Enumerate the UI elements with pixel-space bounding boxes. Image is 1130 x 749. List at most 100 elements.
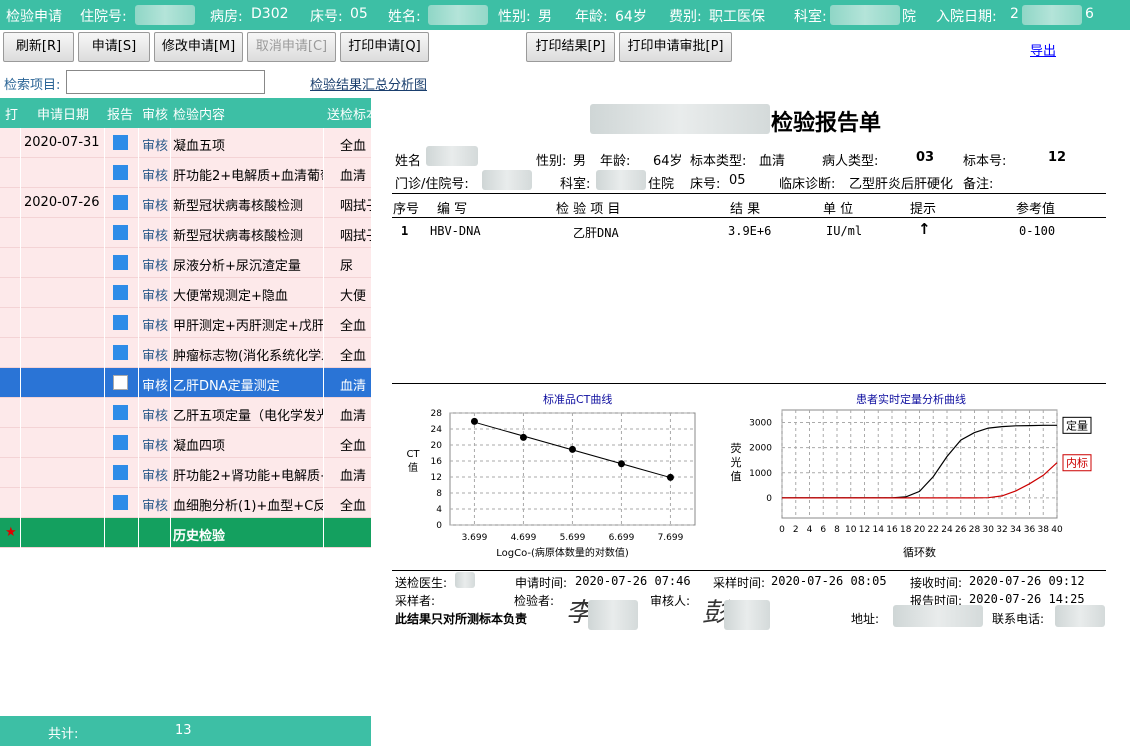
x-tick-label: 20 xyxy=(914,525,926,535)
header-content[interactable]: 检验内容 xyxy=(173,104,225,123)
report-checkbox[interactable] xyxy=(113,285,128,300)
table-row[interactable]: 2020-07-31 审核 凝血五项 全血 xyxy=(0,128,371,158)
audit-link[interactable]: 审核 xyxy=(142,285,168,304)
report-checkbox[interactable] xyxy=(113,255,128,270)
disclaimer: 此结果只对所测标本负责 xyxy=(395,612,528,626)
table-row[interactable]: 审核肿瘤标志物(消化系统化学发光 全血 xyxy=(0,338,371,368)
patient-name-redacted xyxy=(428,5,488,25)
export-link[interactable]: 导出 xyxy=(1030,40,1056,59)
x-tick-label: 40 xyxy=(1051,525,1063,535)
report-checkbox[interactable] xyxy=(113,195,128,210)
fee-value: 职工医保 xyxy=(709,9,765,25)
y-axis-label: 光 xyxy=(731,455,742,469)
col-code: 编 写 xyxy=(437,202,468,217)
header-print[interactable]: 打 xyxy=(5,104,18,123)
col-result: 结 果 xyxy=(730,202,761,217)
print-result-button[interactable]: 打印结果[P] xyxy=(526,32,615,62)
cell-divider xyxy=(20,338,21,368)
summary-analysis-link[interactable]: 检验结果汇总分析图 xyxy=(310,74,427,93)
report-specimen-no: 12 xyxy=(1048,150,1067,165)
audit-link[interactable]: 审核 xyxy=(142,195,168,214)
specimen: 全血 xyxy=(340,439,367,454)
cell-divider xyxy=(20,158,21,188)
audit-link[interactable]: 审核 xyxy=(142,135,168,154)
report-checkbox[interactable] xyxy=(113,165,128,180)
report-name-label: 姓名 xyxy=(395,154,422,169)
y-axis-label: 值 xyxy=(731,470,742,483)
report-checkbox[interactable] xyxy=(113,225,128,240)
audit-link[interactable]: 审核 xyxy=(142,225,168,244)
table-row[interactable]: 2020-07-26 审核 新型冠状病毒核酸检测 咽拭子 xyxy=(0,188,371,218)
report-checkbox[interactable] xyxy=(113,345,128,360)
result-value: 3.9E+6 xyxy=(728,224,772,238)
table-row[interactable]: 审核 血细胞分析(1)+血型+C反应 全血 xyxy=(0,488,371,518)
table-row[interactable]: 审核肝功能2+电解质+血清葡萄糖 血清 xyxy=(0,158,371,188)
table-row[interactable]: 审核 凝血四项 全血 xyxy=(0,428,371,458)
search-input[interactable] xyxy=(66,70,265,94)
specimen: 全血 xyxy=(340,349,367,364)
cell-divider xyxy=(104,218,105,248)
x-tick-label: 16 xyxy=(886,525,898,535)
col-flag: 提示 xyxy=(910,202,937,217)
exam-content: 新型冠状病毒核酸检测 xyxy=(173,229,304,244)
header-audit[interactable]: 审核 xyxy=(142,104,168,123)
report-checkbox[interactable] xyxy=(113,315,128,330)
cell-divider xyxy=(104,458,105,488)
history-row[interactable]: ★ 历史检验 xyxy=(0,518,371,548)
reviewer-signature-redacted xyxy=(724,600,770,630)
apply-button[interactable]: 申请[S] xyxy=(78,32,150,62)
x-tick-label: 34 xyxy=(1010,525,1022,535)
print-apply-button[interactable]: 打印申请[Q] xyxy=(340,32,429,62)
header-specimen[interactable]: 送检标本 xyxy=(327,104,371,123)
cell-divider xyxy=(138,518,139,548)
report-checkbox[interactable] xyxy=(113,465,128,480)
legend-label: 定量 xyxy=(1066,418,1088,432)
request-grid: 打 申请日期 报告 审核 检验内容 送检标本 2020-07-31审核凝血五项全… xyxy=(0,98,371,550)
table-row[interactable]: 审核 大便常规测定+隐血 大便 xyxy=(0,278,371,308)
audit-link[interactable]: 审核 xyxy=(142,315,168,334)
x-tick-label: 28 xyxy=(969,525,981,535)
table-row[interactable]: 审核 肝功能2+肾功能+电解质+ 血清 xyxy=(0,458,371,488)
cell-divider xyxy=(170,518,171,548)
report-checkbox[interactable] xyxy=(113,135,128,150)
phone-label: 联系电话: xyxy=(992,612,1045,626)
report-specimen-no-label: 标本号: xyxy=(963,154,1007,169)
exam-content: 凝血四项 xyxy=(173,439,226,454)
table-row[interactable]: 审核 甲肝测定+丙肝测定+戊肝 全血 xyxy=(0,308,371,338)
print-approval-button[interactable]: 打印申请审批[P] xyxy=(619,32,732,62)
modify-apply-button[interactable]: 修改申请[M] xyxy=(154,32,243,62)
report-checkbox[interactable] xyxy=(113,405,128,420)
table-row[interactable]: 审核 乙肝DNA定量测定 血清 xyxy=(0,368,371,398)
cell-divider xyxy=(104,308,105,338)
specimen: 全血 xyxy=(340,319,367,334)
audit-link[interactable]: 审核 xyxy=(142,435,168,454)
header-report[interactable]: 报告 xyxy=(107,104,133,123)
admit-date-redacted xyxy=(1022,5,1082,25)
cell-divider xyxy=(323,158,324,188)
cell-divider xyxy=(138,278,139,308)
exam-content: 凝血五项 xyxy=(173,139,226,154)
audit-link[interactable]: 审核 xyxy=(142,165,168,184)
table-row[interactable]: 审核 尿液分析+尿沉渣定量 尿 xyxy=(0,248,371,278)
x-tick-label: 22 xyxy=(928,525,939,535)
audit-link[interactable]: 审核 xyxy=(142,465,168,484)
audit-link[interactable]: 审核 xyxy=(142,405,168,424)
result-high-arrow-icon: ↑ xyxy=(918,220,931,238)
cell-divider xyxy=(170,458,171,488)
report-checkbox[interactable] xyxy=(113,435,128,450)
report-checkbox[interactable] xyxy=(113,495,128,510)
report-checkbox[interactable] xyxy=(113,375,128,390)
audit-link[interactable]: 审核 xyxy=(142,375,168,394)
cancel-apply-button[interactable]: 取消申请[C] xyxy=(247,32,336,62)
divider xyxy=(392,383,1106,384)
report-dept-redacted xyxy=(596,170,646,190)
cell-divider xyxy=(104,128,105,158)
audit-link[interactable]: 审核 xyxy=(142,495,168,514)
refresh-button[interactable]: 刷新[R] xyxy=(3,32,74,62)
audit-link[interactable]: 审核 xyxy=(142,345,168,364)
audit-link[interactable]: 审核 xyxy=(142,255,168,274)
col-no: 序号 xyxy=(393,202,420,217)
table-row[interactable]: 审核 乙肝五项定量（电化学发光 血清 xyxy=(0,398,371,428)
table-row[interactable]: 审核 新型冠状病毒核酸检测 咽拭子 xyxy=(0,218,371,248)
header-date[interactable]: 申请日期 xyxy=(37,104,89,123)
